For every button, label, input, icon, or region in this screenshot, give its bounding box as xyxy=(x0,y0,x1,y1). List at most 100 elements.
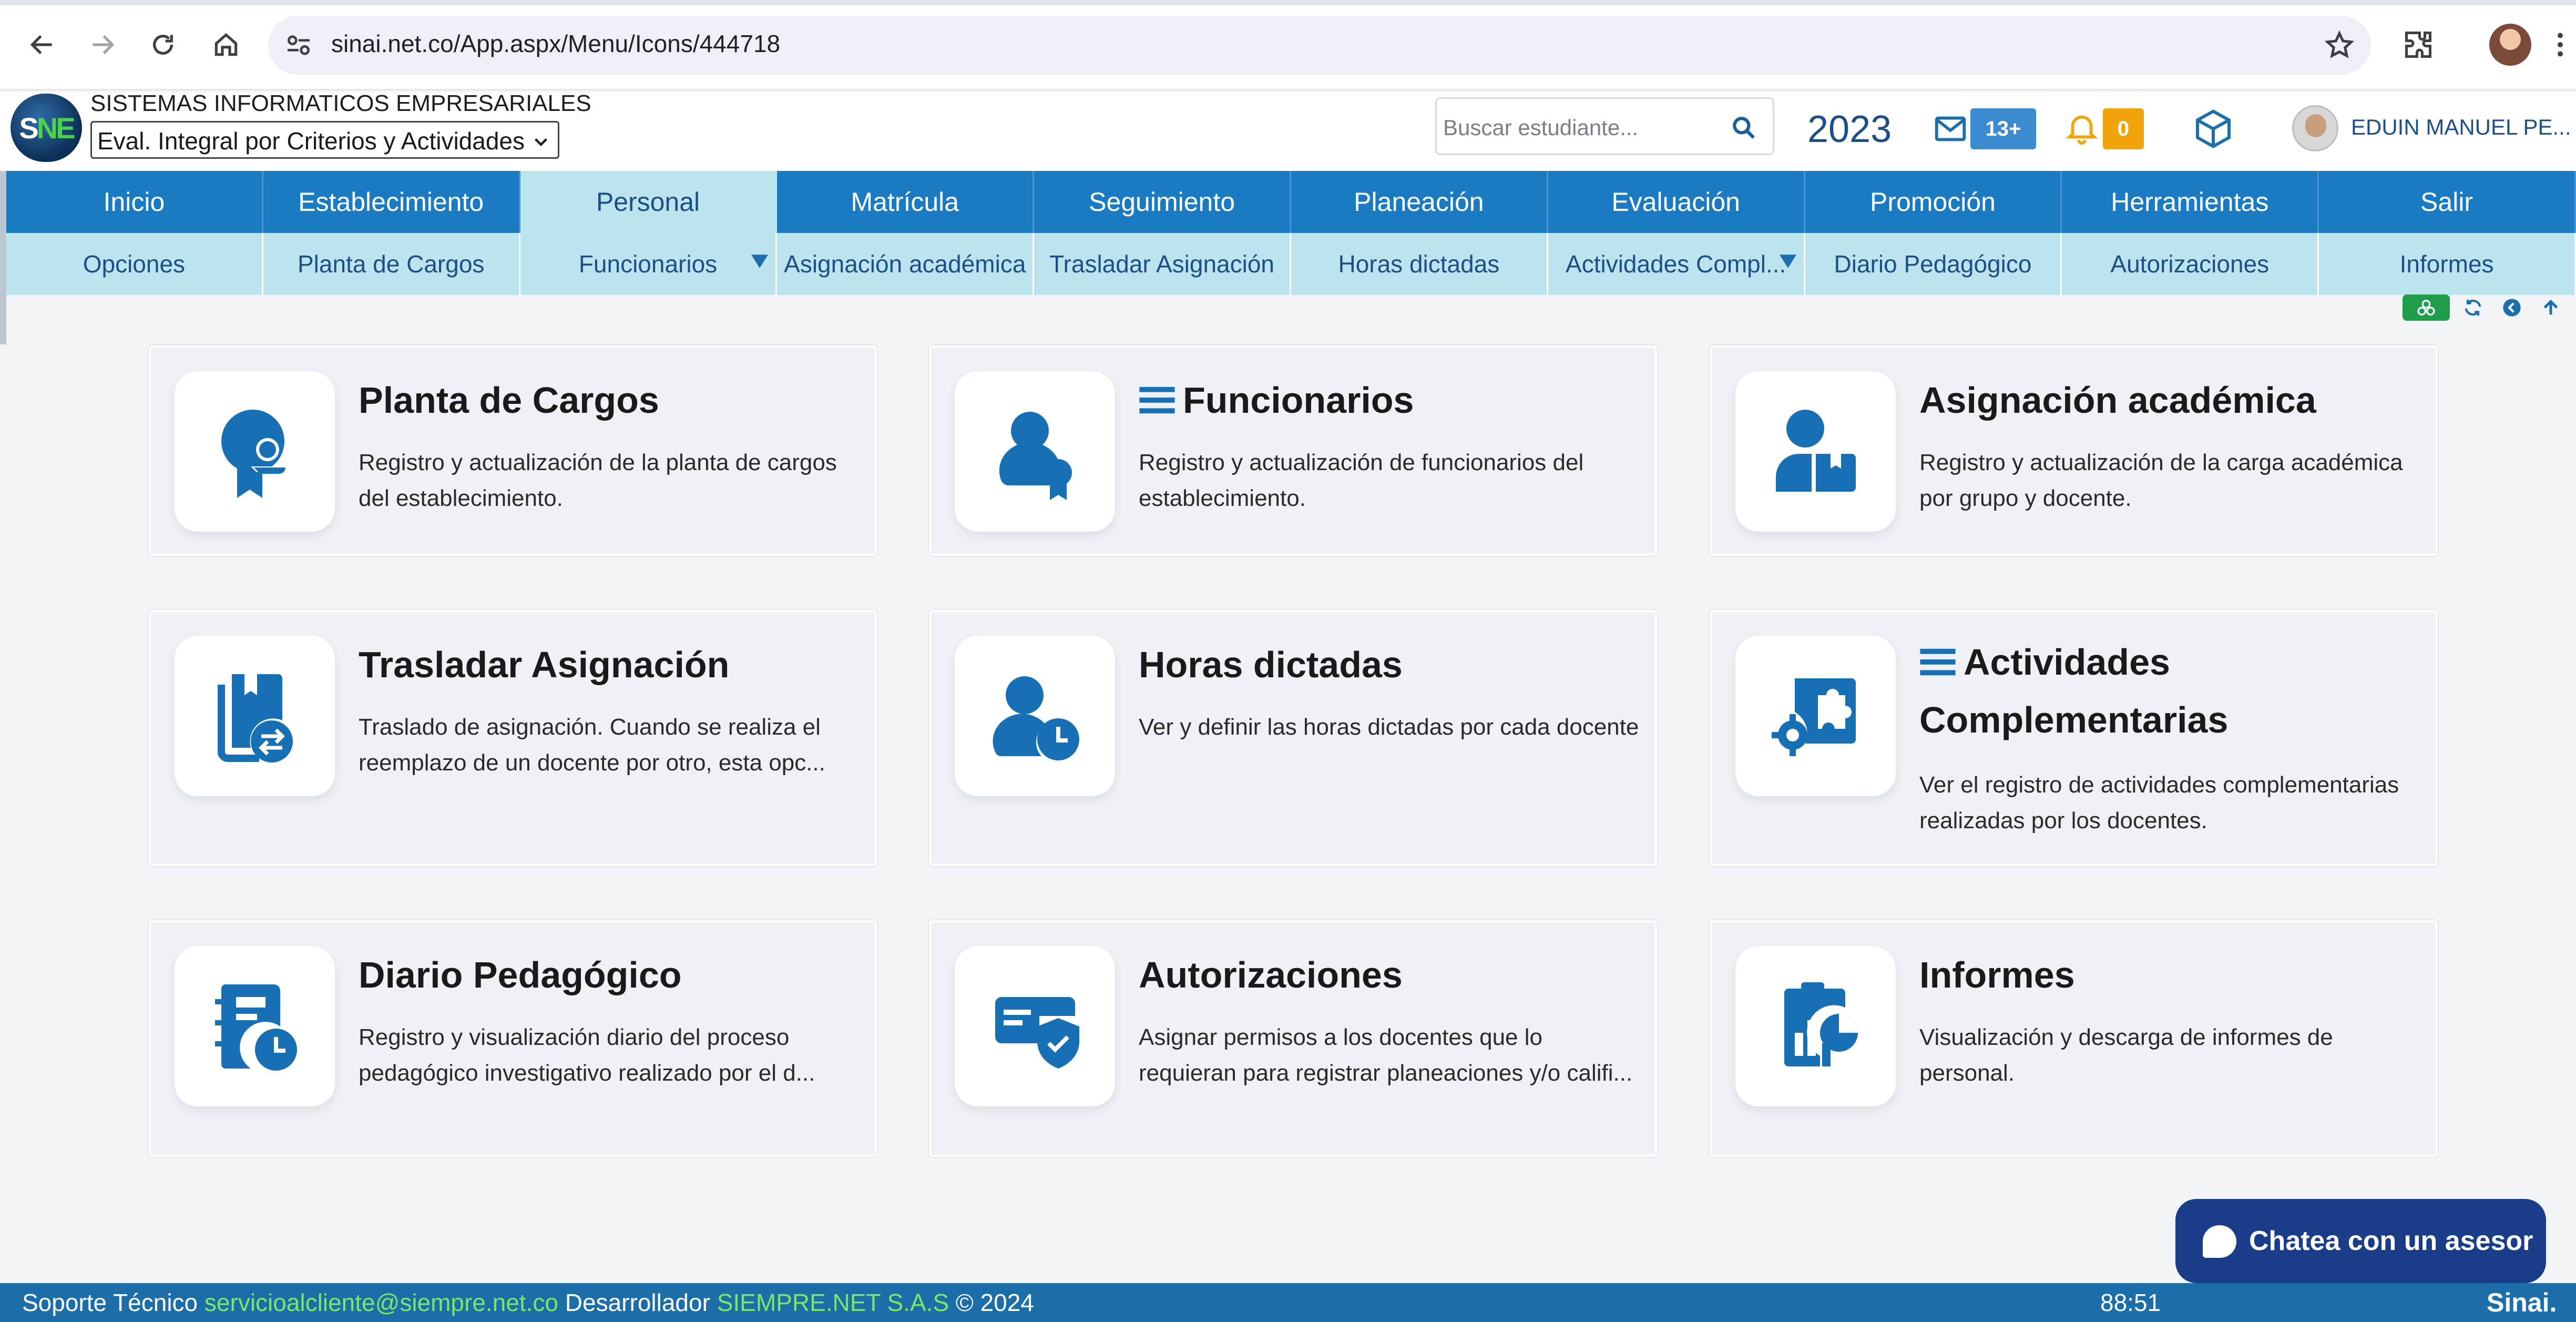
submenu-trasladar-asignacion[interactable]: Trasladar Asignación xyxy=(1034,233,1291,295)
card-title: Planta de Cargos xyxy=(359,380,659,421)
card-horas-dictadas[interactable]: Horas dictadas Ver y definir las horas d… xyxy=(929,610,1657,866)
submenu-diario-pedagogico[interactable]: Diario Pedagógico xyxy=(1805,233,2062,295)
footer-support-line: Soporte Técnico servicioalcliente@siempr… xyxy=(22,1288,1034,1317)
card-icon-container xyxy=(175,946,335,1106)
forward-icon[interactable] xyxy=(79,21,126,68)
user-avatar[interactable] xyxy=(2292,105,2338,151)
bell-icon[interactable] xyxy=(2063,109,2100,146)
submenu-label: Funcionarios xyxy=(578,250,718,278)
chat-label: Chatea con un asesor xyxy=(2249,1226,2533,1256)
menu-inicio[interactable]: Inicio xyxy=(6,171,263,233)
caret-down-icon[interactable] xyxy=(751,254,769,269)
person-award-icon xyxy=(999,411,1072,500)
card-icon-container xyxy=(1735,371,1896,532)
submenu-label: Diario Pedagógico xyxy=(1834,250,2032,278)
site-settings-icon[interactable] xyxy=(284,30,313,60)
menu-personal[interactable]: Personal xyxy=(520,171,778,233)
card-autorizaciones[interactable]: Autorizaciones Asignar permisos a los do… xyxy=(929,920,1657,1157)
company-name: SISTEMAS INFORMATICOS EMPRESARIALES xyxy=(90,90,591,116)
chevron-down-icon xyxy=(534,138,548,147)
support-email-link[interactable]: servicioalcliente@siempre.net.co xyxy=(205,1289,558,1316)
menu-seguimiento[interactable]: Seguimiento xyxy=(1034,171,1291,233)
card-planta-de-cargos[interactable]: Planta de Cargos Registro y actualizació… xyxy=(149,345,877,556)
bookmark-star-icon[interactable] xyxy=(2324,29,2355,61)
report-chart-icon xyxy=(1784,982,1858,1066)
card-description: Registro y actualización de funcionarios… xyxy=(1139,450,1584,511)
submenu-informes[interactable]: Informes xyxy=(2319,233,2576,295)
back-icon[interactable] xyxy=(18,21,66,68)
student-search-input[interactable] xyxy=(1443,109,1716,146)
submenu-actividades-complementarias[interactable]: Actividades Compl... xyxy=(1548,233,1805,295)
card-description: Registro y visualización diario del proc… xyxy=(359,1024,815,1086)
mail-count-badge[interactable]: 13+ xyxy=(1970,108,2036,149)
card-funcionarios[interactable]: Funcionarios Registro y actualización de… xyxy=(929,345,1657,556)
card-diario-pedagogico[interactable]: Diario Pedagógico Registro y visualizaci… xyxy=(149,920,877,1157)
group-view-icon[interactable] xyxy=(2403,294,2450,321)
menu-herramientas[interactable]: Herramientas xyxy=(2062,171,2319,233)
card-asignacion-academica[interactable]: Asignación académica Registro y actualiz… xyxy=(1710,345,2438,556)
card-title: Actividades Complementarias xyxy=(1919,633,2419,749)
sne-logo: S NE xyxy=(11,94,82,162)
view-tools xyxy=(2403,294,2567,324)
url-text[interactable]: sinai.net.co/App.aspx/Menu/Icons/444718 xyxy=(331,29,780,58)
caret-down-icon[interactable] xyxy=(1779,254,1796,269)
card-title-text: Actividades Complementarias xyxy=(1919,642,2229,740)
search-icon[interactable] xyxy=(1731,115,1757,141)
menu-list-icon[interactable] xyxy=(1139,385,1175,415)
student-search[interactable] xyxy=(1435,97,1774,155)
card-shield-icon xyxy=(995,996,1079,1069)
system-select[interactable]: Eval. Integral por Criterios y Actividad… xyxy=(90,121,559,159)
address-bar[interactable]: sinai.net.co/App.aspx/Menu/Icons/444718 xyxy=(268,16,2371,75)
submenu-asignacion-academica[interactable]: Asignación académica xyxy=(777,233,1035,295)
back-circle-icon[interactable] xyxy=(2496,294,2528,321)
sinai-brand: Sinai. xyxy=(2487,1288,2557,1317)
developer-link[interactable]: SIEMPRE.NET S.A.S xyxy=(717,1289,949,1316)
copyright: © 2024 xyxy=(955,1289,1034,1316)
browser-menu-icon[interactable] xyxy=(2544,21,2576,68)
notification-count-badge[interactable]: 0 xyxy=(2103,108,2144,149)
person-book-icon xyxy=(1775,409,1856,492)
card-title: Trasladar Asignación xyxy=(359,644,730,685)
menu-salir[interactable]: Salir xyxy=(2319,171,2576,233)
submenu-funcionarios[interactable]: Funcionarios xyxy=(520,233,778,295)
puzzle-gear-icon xyxy=(1771,678,1856,756)
chat-bubble-icon xyxy=(2203,1225,2236,1258)
card-description: Traslado de asignación. Cuando se realiz… xyxy=(359,714,825,776)
card-icon-container xyxy=(1735,946,1896,1106)
card-actividades-complementarias[interactable]: Actividades Complementarias Ver el regis… xyxy=(1710,610,2438,866)
card-title: Asignación académica xyxy=(1919,380,2316,421)
menu-planeacion[interactable]: Planeación xyxy=(1291,171,1548,233)
refresh-icon[interactable] xyxy=(2457,294,2489,321)
submenu-horas-dictadas[interactable]: Horas dictadas xyxy=(1291,233,1548,295)
school-year[interactable]: 2023 xyxy=(1807,108,1892,151)
user-name[interactable]: EDUIN MANUEL PE... xyxy=(2351,115,2571,140)
card-informes[interactable]: Informes Visualización y descarga de inf… xyxy=(1710,920,2438,1157)
menu-establecimiento[interactable]: Establecimiento xyxy=(263,171,520,233)
submenu-opciones[interactable]: Opciones xyxy=(6,233,263,295)
menu-evaluacion[interactable]: Evaluación xyxy=(1548,171,1805,233)
arrow-up-icon[interactable] xyxy=(2535,294,2567,321)
submenu-label: Informes xyxy=(2399,250,2494,278)
card-icon-container xyxy=(175,636,335,796)
card-icon-container xyxy=(955,636,1115,796)
menu-matricula[interactable]: Matrícula xyxy=(777,171,1035,233)
browser-profile-avatar[interactable] xyxy=(2489,24,2531,66)
menu-list-icon[interactable] xyxy=(1919,647,1956,677)
tab-strip xyxy=(0,0,2576,5)
card-trasladar-asignacion[interactable]: Trasladar Asignación Traslado de asignac… xyxy=(149,610,877,866)
card-title: Diario Pedagógico xyxy=(359,954,682,995)
card-title: Horas dictadas xyxy=(1139,644,1403,685)
left-edge-strip xyxy=(0,171,6,344)
submenu-planta-de-cargos[interactable]: Planta de Cargos xyxy=(263,233,520,295)
cube-icon[interactable] xyxy=(2192,108,2234,150)
home-icon[interactable] xyxy=(202,21,250,68)
mail-icon[interactable] xyxy=(1932,110,1969,147)
submenu-autorizaciones[interactable]: Autorizaciones xyxy=(2062,233,2319,295)
developer-label: Desarrollador xyxy=(565,1289,710,1316)
extensions-icon[interactable] xyxy=(2395,21,2442,68)
chat-with-advisor-button[interactable]: Chatea con un asesor xyxy=(2175,1199,2546,1283)
reload-icon[interactable] xyxy=(139,21,187,68)
badge-person-icon xyxy=(221,409,287,498)
card-description: Asignar permisos a los docentes que lo r… xyxy=(1139,1024,1633,1086)
menu-promocion[interactable]: Promoción xyxy=(1805,171,2062,233)
